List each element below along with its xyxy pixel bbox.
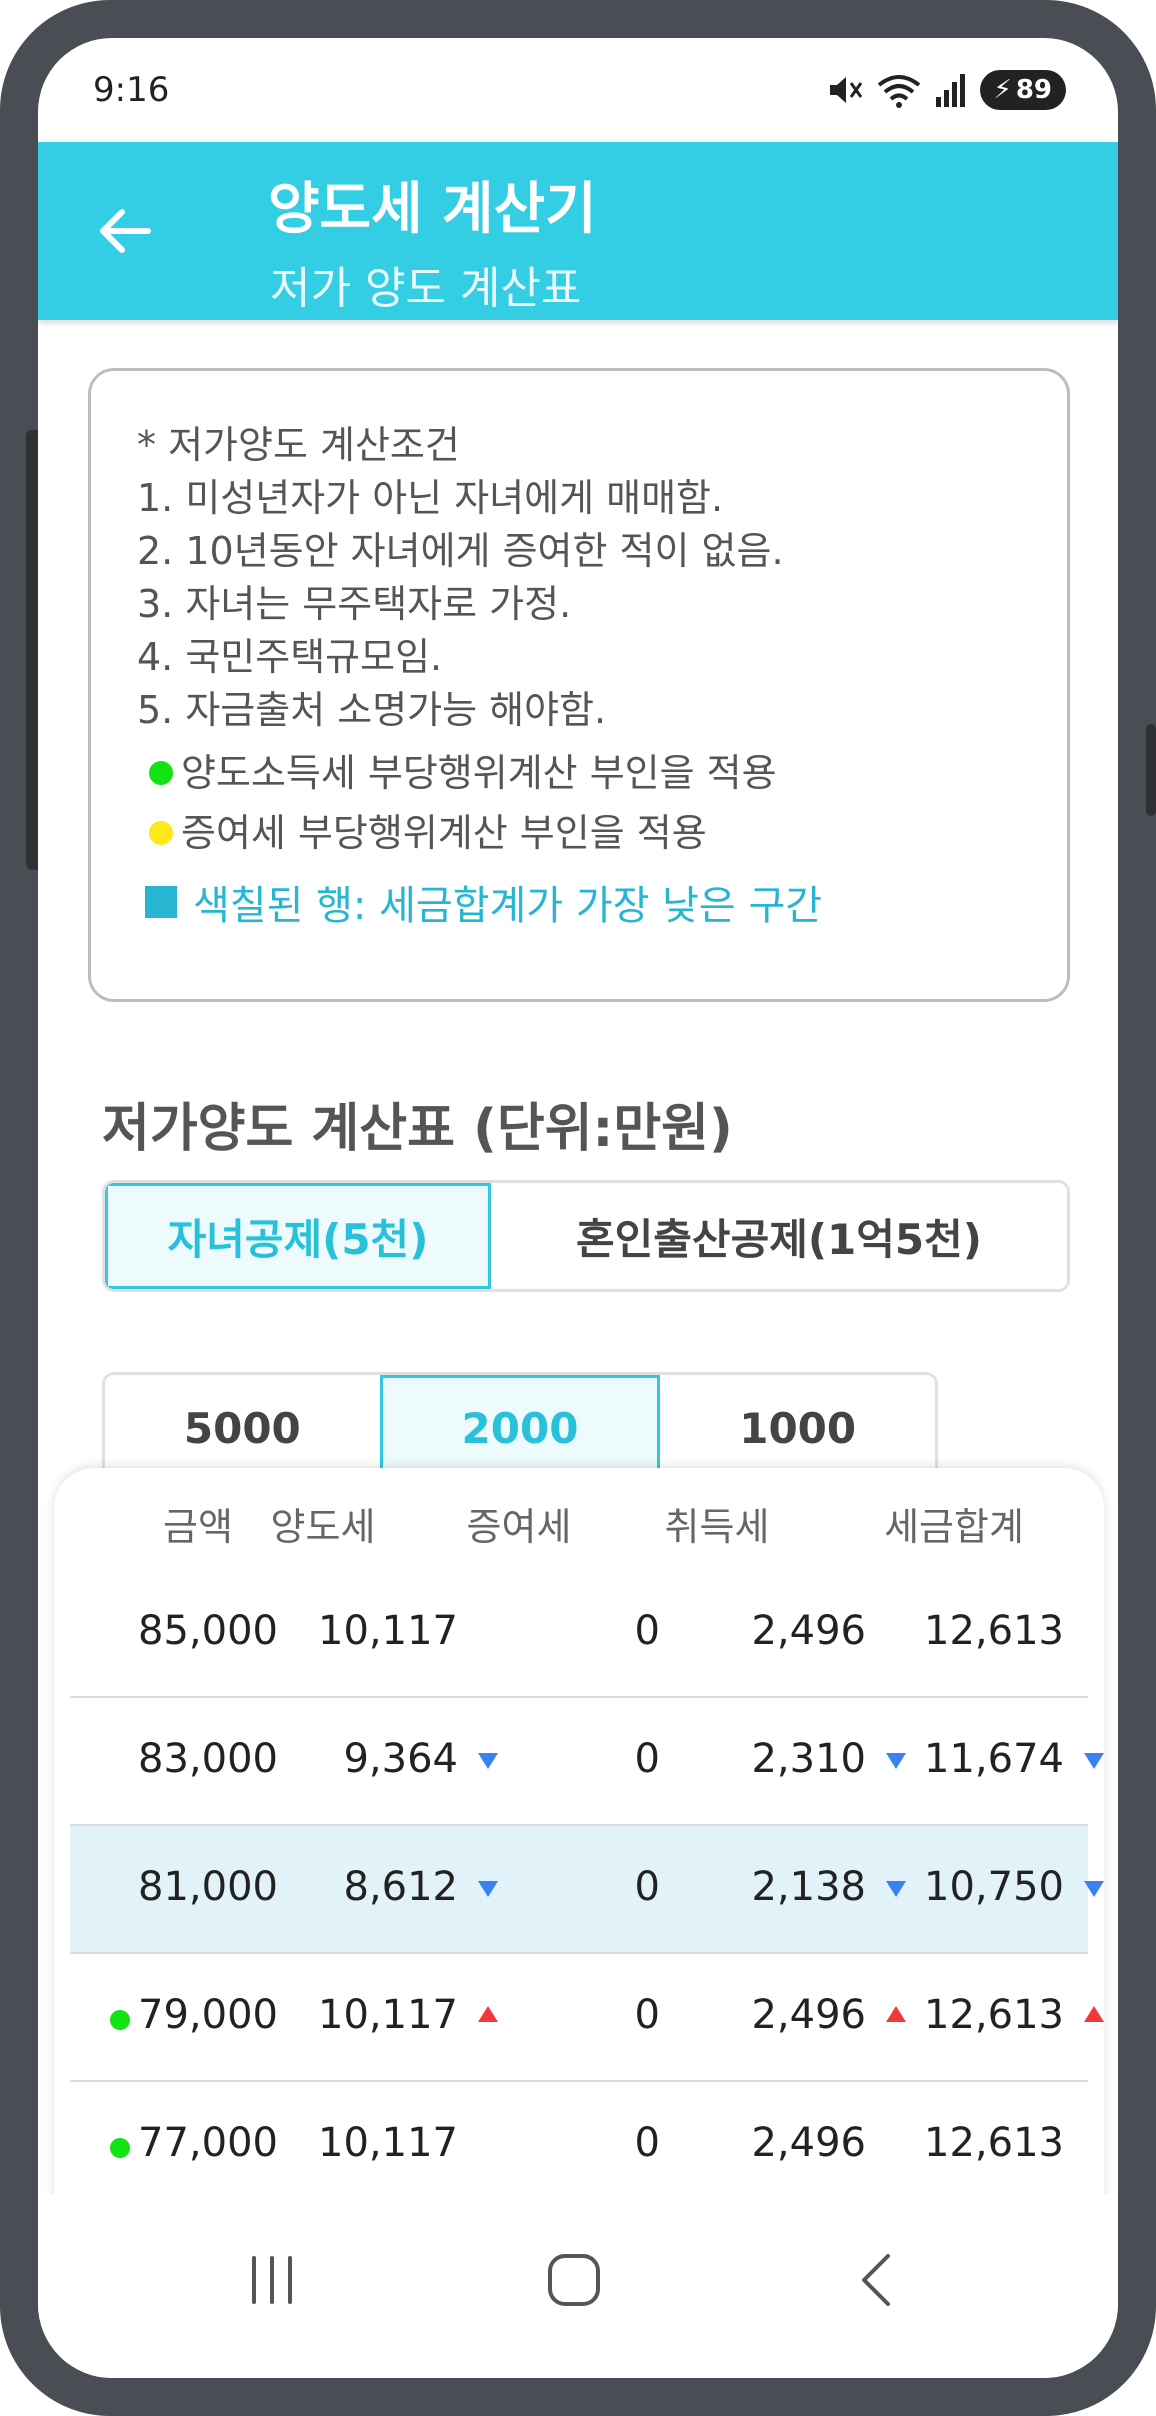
condition-item: 2. 10년동안 자녀에게 증여한 적이 없음. bbox=[137, 529, 784, 573]
table-row: 77,000 10,117 0 2,496 12,613 bbox=[70, 2082, 1088, 2210]
down-arrow-icon bbox=[886, 1881, 906, 1897]
tab-step-5000[interactable]: 5000 bbox=[105, 1375, 380, 1481]
table-row: 81,000 8,612 0 2,138 10,750 bbox=[70, 1826, 1104, 1954]
recents-icon[interactable] bbox=[246, 2252, 298, 2308]
conditions-heading: * 저가양도 계산조건 bbox=[137, 423, 460, 467]
battery-level: 89 bbox=[1015, 75, 1052, 105]
tab-step-2000[interactable]: 2000 bbox=[379, 1375, 661, 1481]
table-row: 85,000 10,117 0 2,496 12,613 bbox=[70, 1570, 1088, 1698]
phone-frame: 9:16 ⚡ 89 양도세 계산기 저가 양도 계산표 * 저가양도 계산조건 … bbox=[0, 0, 1156, 2416]
down-arrow-icon bbox=[1084, 1881, 1104, 1897]
cell-transfer-tax: 9,364 bbox=[343, 1736, 458, 1782]
legend-green: 양도소득세 부당행위계산 부인을 적용 bbox=[137, 743, 1021, 803]
cell-transfer-tax: 8,612 bbox=[343, 1864, 458, 1910]
down-arrow-icon bbox=[1084, 1753, 1104, 1769]
yellow-dot-icon bbox=[149, 821, 173, 845]
home-icon[interactable] bbox=[546, 2252, 602, 2308]
cell-transfer-tax: 10,117 bbox=[318, 2120, 458, 2166]
cell-total-tax: 12,613 bbox=[924, 1608, 1064, 1654]
battery-icon: ⚡ 89 bbox=[979, 70, 1066, 110]
up-arrow-icon bbox=[886, 2006, 906, 2022]
legend-green-label: 양도소득세 부당행위계산 부인을 적용 bbox=[181, 751, 777, 795]
table-row: 79,000 10,117 0 2,496 12,613 bbox=[70, 1954, 1104, 2082]
header-acquisition-tax: 취득세 bbox=[664, 1505, 770, 1549]
conditions-card: * 저가양도 계산조건 1. 미성년자가 아닌 자녀에게 매매함. 2. 10년… bbox=[88, 368, 1070, 1002]
table-row: 83,000 9,364 0 2,310 11,674 bbox=[70, 1698, 1104, 1826]
cell-transfer-tax: 10,117 bbox=[318, 1992, 458, 2038]
cell-gift-tax: 0 bbox=[634, 1608, 660, 1654]
legend-highlight: 색칠된 행: 세금합계가 가장 낮은 구간 bbox=[137, 873, 1021, 931]
cell-acquisition-tax: 2,496 bbox=[751, 1608, 866, 1654]
condition-item: 1. 미성년자가 아닌 자녀에게 매매함. bbox=[137, 476, 724, 520]
cell-gift-tax: 0 bbox=[634, 2120, 660, 2166]
condition-item: 3. 자녀는 무주택자로 가정. bbox=[137, 582, 572, 626]
status-bar: 9:16 ⚡ 89 bbox=[38, 38, 1118, 142]
header-amount: 금액 bbox=[163, 1505, 233, 1549]
green-dot-icon bbox=[110, 2138, 130, 2158]
legend-yellow: 증여세 부당행위계산 부인을 적용 bbox=[137, 803, 1021, 863]
tax-table: 금액 양도세 증여세 취득세 세금합계 85,000 10,117 0 2,496 12… bbox=[54, 1468, 1104, 2228]
tab-child-deduction[interactable]: 자녀공제(5천) bbox=[105, 1183, 491, 1289]
legend-highlight-label: 색칠된 행: 세금합계가 가장 낮은 구간 bbox=[193, 883, 823, 929]
cell-gift-tax: 0 bbox=[634, 1736, 660, 1782]
legend-yellow-label: 증여세 부당행위계산 부인을 적용 bbox=[181, 811, 707, 855]
tab-marriage-deduction[interactable]: 혼인출산공제(1억5천) bbox=[491, 1183, 1067, 1289]
side-button-right bbox=[1146, 724, 1156, 816]
table-header: 금액 양도세 증여세 취득세 세금합계 bbox=[54, 1496, 1104, 1576]
cell-gift-tax: 0 bbox=[634, 1992, 660, 2038]
green-dot-icon bbox=[149, 761, 173, 785]
status-time: 9:16 bbox=[93, 70, 170, 110]
header-transfer-tax: 양도세 bbox=[270, 1505, 376, 1549]
status-icons: ⚡ 89 bbox=[826, 68, 1066, 112]
charging-bolt-icon: ⚡ bbox=[993, 75, 1012, 105]
condition-item: 4. 국민주택규모임. bbox=[137, 635, 443, 679]
highlight-square-icon bbox=[145, 886, 177, 918]
cell-acquisition-tax: 2,310 bbox=[751, 1736, 866, 1782]
signal-icon bbox=[935, 74, 965, 107]
app-bar: 양도세 계산기 저가 양도 계산표 bbox=[38, 142, 1118, 320]
green-dot-icon bbox=[110, 2010, 130, 2030]
up-arrow-icon bbox=[478, 2006, 498, 2022]
down-arrow-icon bbox=[478, 1881, 498, 1897]
wifi-icon bbox=[877, 75, 920, 108]
header-total-tax: 세금합계 bbox=[884, 1505, 1024, 1549]
cell-acquisition-tax: 2,138 bbox=[751, 1864, 866, 1910]
system-nav-bar bbox=[38, 2194, 1118, 2378]
mute-icon bbox=[829, 77, 862, 103]
up-arrow-icon bbox=[1084, 2006, 1104, 2022]
condition-item: 5. 자금출처 소명가능 해야함. bbox=[137, 688, 607, 732]
page-subtitle: 저가 양도 계산표 bbox=[270, 263, 582, 314]
cell-gift-tax: 0 bbox=[634, 1864, 660, 1910]
page-title: 양도세 계산기 bbox=[268, 177, 597, 242]
down-arrow-icon bbox=[886, 1753, 906, 1769]
tab-step-1000[interactable]: 1000 bbox=[660, 1375, 935, 1481]
screen: 9:16 ⚡ 89 양도세 계산기 저가 양도 계산표 * 저가양도 계산조건 … bbox=[38, 38, 1118, 2378]
nav-back-icon[interactable] bbox=[854, 2252, 898, 2308]
cell-transfer-tax: 10,117 bbox=[318, 1608, 458, 1654]
section-title: 저가양도 계산표 (단위:만원) bbox=[102, 1099, 733, 1159]
cell-acquisition-tax: 2,496 bbox=[751, 1992, 866, 2038]
cell-total-tax: 12,613 bbox=[924, 2120, 1064, 2166]
cell-acquisition-tax: 2,496 bbox=[751, 2120, 866, 2166]
down-arrow-icon bbox=[478, 1753, 498, 1769]
deduction-tabs: 자녀공제(5천) 혼인출산공제(1억5천) bbox=[102, 1180, 1070, 1292]
header-gift-tax: 증여세 bbox=[466, 1505, 572, 1549]
back-arrow-icon[interactable] bbox=[96, 202, 154, 260]
